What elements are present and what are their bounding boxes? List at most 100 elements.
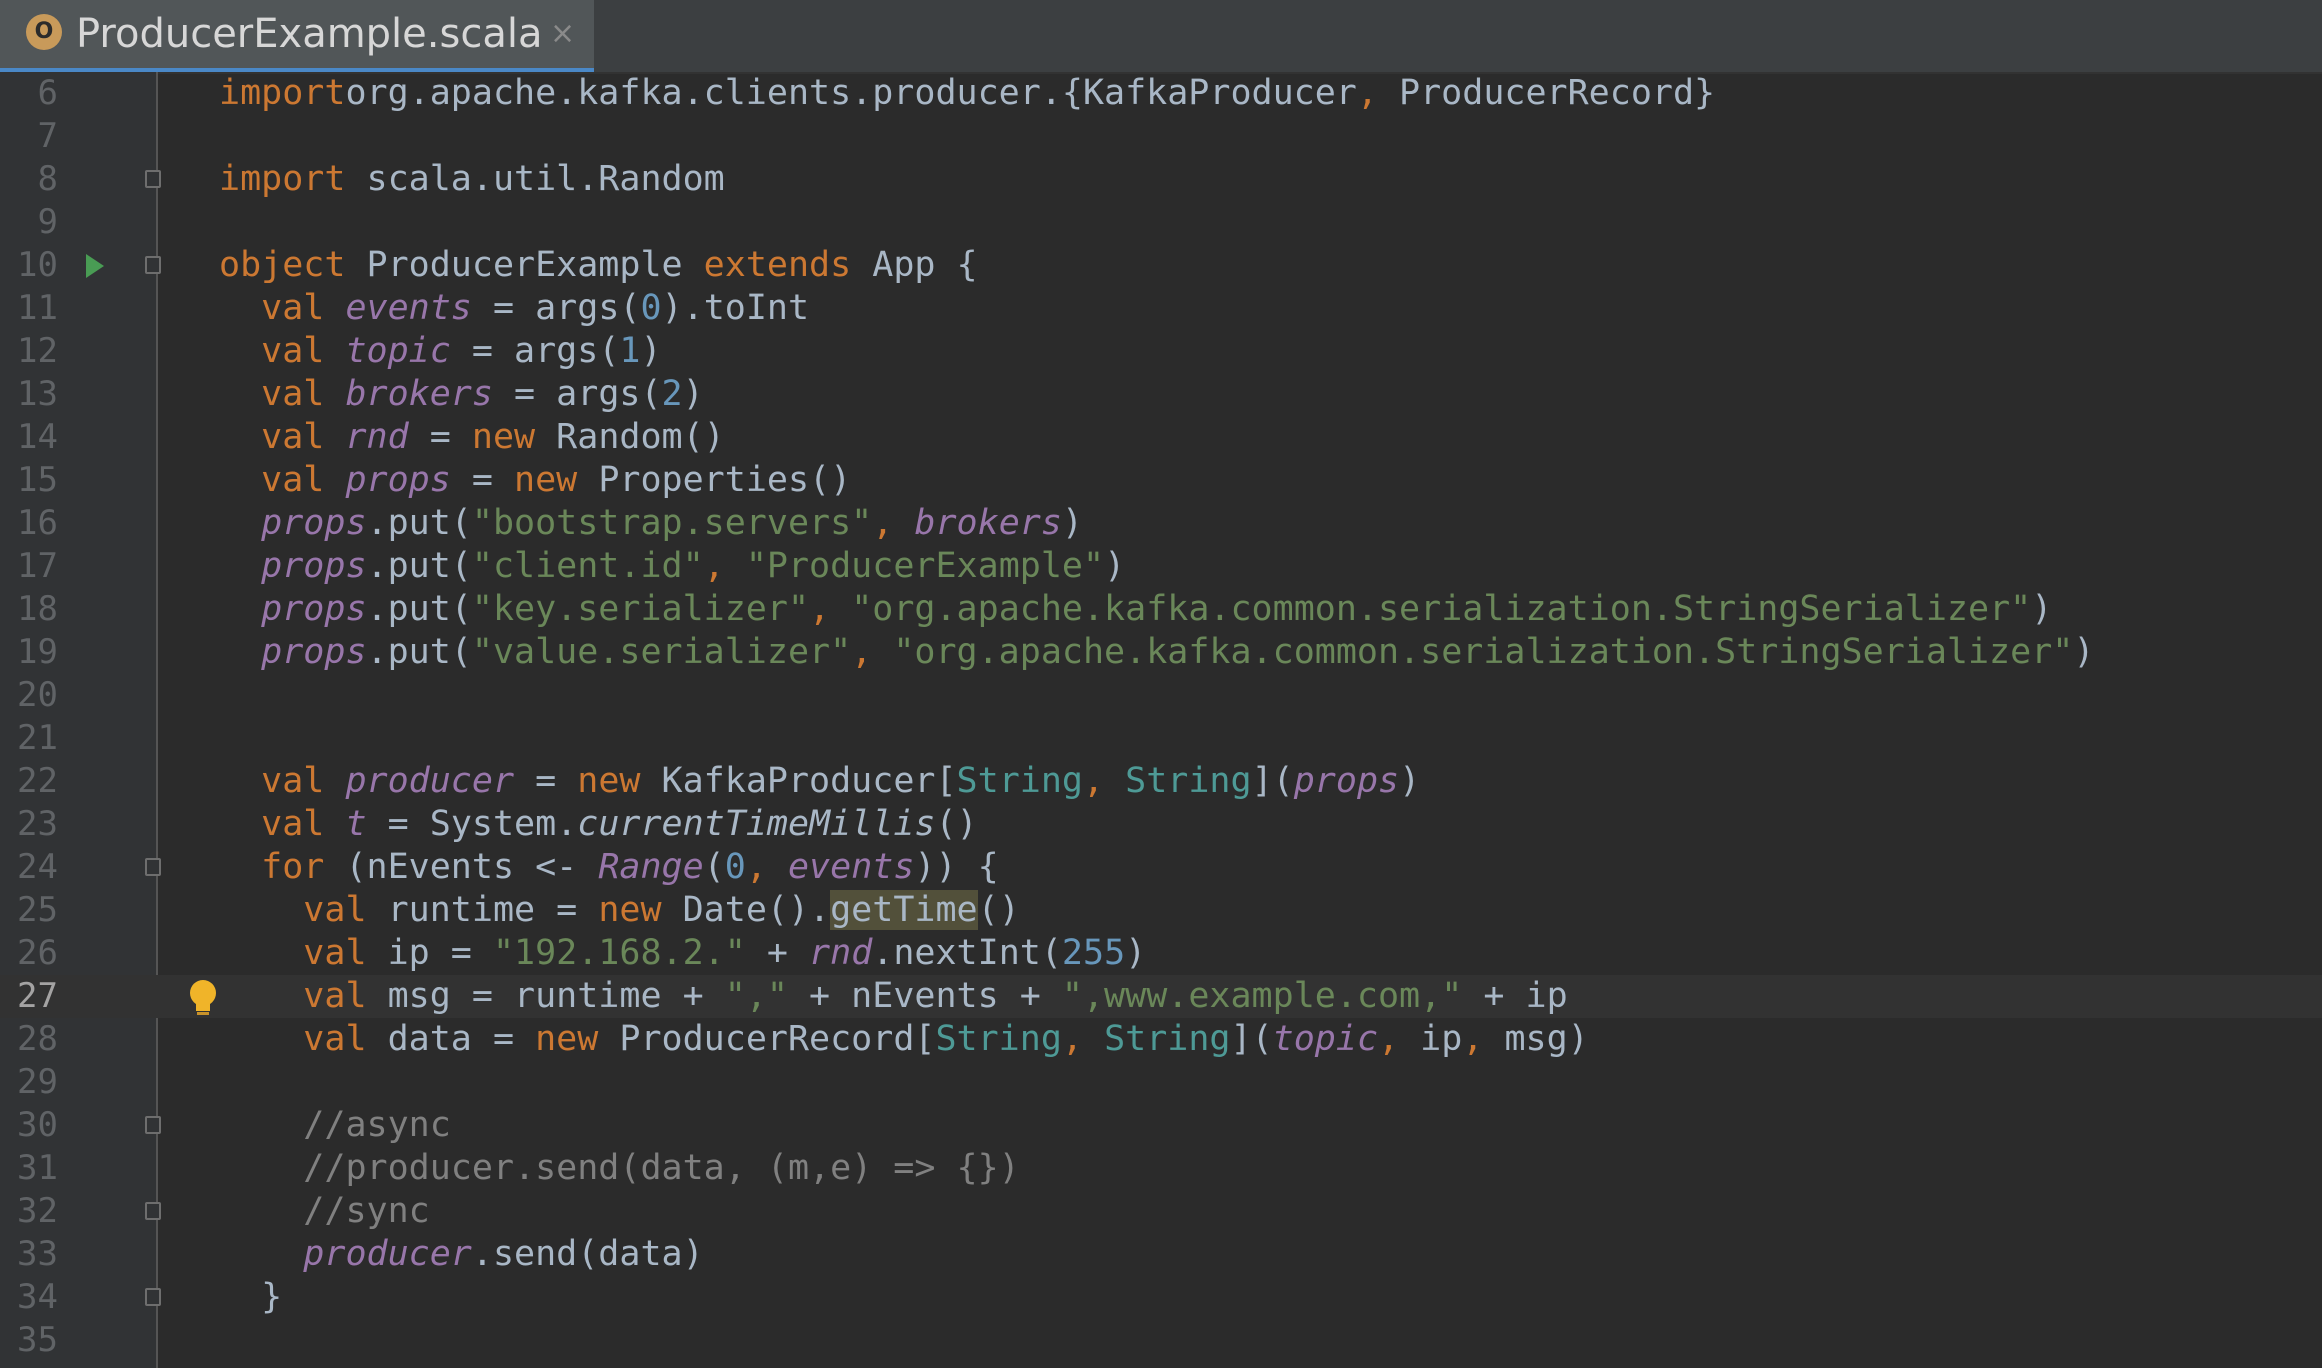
code-token: (nEvents <- xyxy=(324,847,599,887)
code-token: String xyxy=(956,761,1083,801)
code-line[interactable]: 9 xyxy=(0,201,2322,244)
line-number: 17 xyxy=(17,546,58,586)
code-token: ProducerExample xyxy=(345,245,704,285)
code-line[interactable]: 21 xyxy=(0,717,2322,760)
code-token: topic xyxy=(345,331,451,371)
code-line[interactable]: 26 val ip = "192.168.2." + rnd.nextInt(2… xyxy=(0,932,2322,975)
line-number: 28 xyxy=(17,1019,58,1059)
fold-marker-icon[interactable] xyxy=(145,1288,161,1306)
line-number: 14 xyxy=(17,417,58,457)
code-token: new xyxy=(577,761,641,801)
code-line[interactable]: 16 props.put("bootstrap.servers", broker… xyxy=(0,502,2322,545)
code-line[interactable]: 24 for (nEvents <- Range(0, events)) { xyxy=(0,846,2322,889)
line-number: 27 xyxy=(17,976,58,1016)
code-line[interactable]: 14 val rnd = new Random() xyxy=(0,416,2322,459)
code-token: ) xyxy=(682,374,704,414)
code-token: 255 xyxy=(1061,933,1126,973)
code-token: , xyxy=(1356,73,1378,113)
code-token: val xyxy=(261,460,325,500)
code-token: val xyxy=(303,976,367,1016)
code-line[interactable]: 22 val producer = new KafkaProducer[Stri… xyxy=(0,760,2322,803)
code-line[interactable]: 7 xyxy=(0,115,2322,158)
code-line[interactable]: 11 val events = args(0).toInt xyxy=(0,287,2322,330)
code-token: , xyxy=(745,847,767,887)
code-line[interactable]: 28 val data = new ProducerRecord[String,… xyxy=(0,1018,2322,1061)
code-token: rnd xyxy=(345,417,409,457)
code-token: ip = xyxy=(366,933,493,973)
code-line[interactable]: 13 val brokers = args(2) xyxy=(0,373,2322,416)
fold-marker-icon[interactable] xyxy=(145,1202,161,1220)
code-line[interactable]: 17 props.put("client.id", "ProducerExamp… xyxy=(0,545,2322,588)
code-token: ",www.example.com," xyxy=(1061,976,1463,1016)
code-token: "org.apache.kafka.common.serialization.S… xyxy=(893,632,2074,672)
code-token: ) xyxy=(640,331,662,371)
code-line[interactable]: 23 val t = System.currentTimeMillis() xyxy=(0,803,2322,846)
code-token: 0 xyxy=(724,847,746,887)
code-line[interactable]: 33 producer.send(data) xyxy=(0,1233,2322,1276)
line-number: 21 xyxy=(17,718,58,758)
code-token: rnd xyxy=(809,933,873,973)
code-line[interactable]: 8 import scala.util.Random xyxy=(0,158,2322,201)
lightbulb-icon[interactable] xyxy=(186,979,220,1019)
code-token: //async xyxy=(303,1105,451,1145)
code-line[interactable]: 29 xyxy=(0,1061,2322,1104)
code-line[interactable]: 12 val topic = args(1) xyxy=(0,330,2322,373)
line-number: 18 xyxy=(17,589,58,629)
code-token: = xyxy=(450,460,515,500)
code-line[interactable]: 19 props.put("value.serializer", "org.ap… xyxy=(0,631,2322,674)
code-line[interactable]: 34 } xyxy=(0,1276,2322,1319)
code-token: getTime xyxy=(830,890,978,930)
code-token: val xyxy=(261,374,325,414)
line-number: 13 xyxy=(17,374,58,414)
code-token: ) xyxy=(1125,933,1147,973)
code-token: currentTimeMillis xyxy=(577,804,936,844)
code-token: , xyxy=(1061,1019,1083,1059)
code-token: val xyxy=(261,288,325,328)
code-token: String xyxy=(1104,1019,1231,1059)
code-line[interactable]: 20 xyxy=(0,674,2322,717)
fold-marker-icon[interactable] xyxy=(145,1116,161,1134)
close-icon[interactable]: × xyxy=(550,10,575,58)
code-token: "192.168.2." xyxy=(492,933,746,973)
code-token: org.apache.kafka.clients.producer.{Kafka… xyxy=(345,73,1357,113)
code-token: = System. xyxy=(366,804,578,844)
code-line[interactable]: 15 val props = new Properties() xyxy=(0,459,2322,502)
run-arrow-icon[interactable] xyxy=(86,254,104,278)
line-number: 16 xyxy=(17,503,58,543)
line-number: 35 xyxy=(17,1320,58,1360)
code-line[interactable]: 25 val runtime = new Date().getTime() xyxy=(0,889,2322,932)
code-token: brokers xyxy=(345,374,493,414)
code-line[interactable]: 27 val msg = runtime + "," + nEvents + "… xyxy=(0,975,2322,1018)
code-token: ProducerRecord[ xyxy=(598,1019,936,1059)
fold-marker-icon[interactable] xyxy=(145,858,161,876)
code-line[interactable]: 6 importorg.apache.kafka.clients.producer… xyxy=(0,72,2322,115)
code-line[interactable]: 30 //async xyxy=(0,1104,2322,1147)
code-token: "bootstrap.servers" xyxy=(471,503,873,543)
code-text: val t = System.currentTimeMillis() xyxy=(219,803,977,846)
line-number: 10 xyxy=(17,245,58,285)
code-line[interactable]: 32 //sync xyxy=(0,1190,2322,1233)
code-editor[interactable]: 6 importorg.apache.kafka.clients.producer… xyxy=(0,72,2322,1368)
code-token: "client.id" xyxy=(471,546,704,586)
tab-producer-example[interactable]: O ProducerExample.scala × xyxy=(0,0,594,72)
code-line[interactable]: 35 xyxy=(0,1319,2322,1362)
code-token: import xyxy=(219,159,346,199)
line-number: 29 xyxy=(17,1062,58,1102)
code-line[interactable]: 18 props.put("key.serializer", "org.apac… xyxy=(0,588,2322,631)
fold-marker-icon[interactable] xyxy=(145,170,161,188)
code-token: Date(). xyxy=(661,890,831,930)
code-text: val data = new ProducerRecord[String, St… xyxy=(219,1018,1588,1061)
fold-marker-icon[interactable] xyxy=(145,256,161,274)
code-line[interactable]: 31 //producer.send(data, (m,e) => {}) xyxy=(0,1147,2322,1190)
line-number: 33 xyxy=(17,1234,58,1274)
code-token: val xyxy=(261,761,325,801)
code-text: val topic = args(1) xyxy=(219,330,662,373)
line-number: 19 xyxy=(17,632,58,672)
code-token: producer xyxy=(345,761,515,801)
code-line[interactable]: 10 object ProducerExample extends App { xyxy=(0,244,2322,287)
